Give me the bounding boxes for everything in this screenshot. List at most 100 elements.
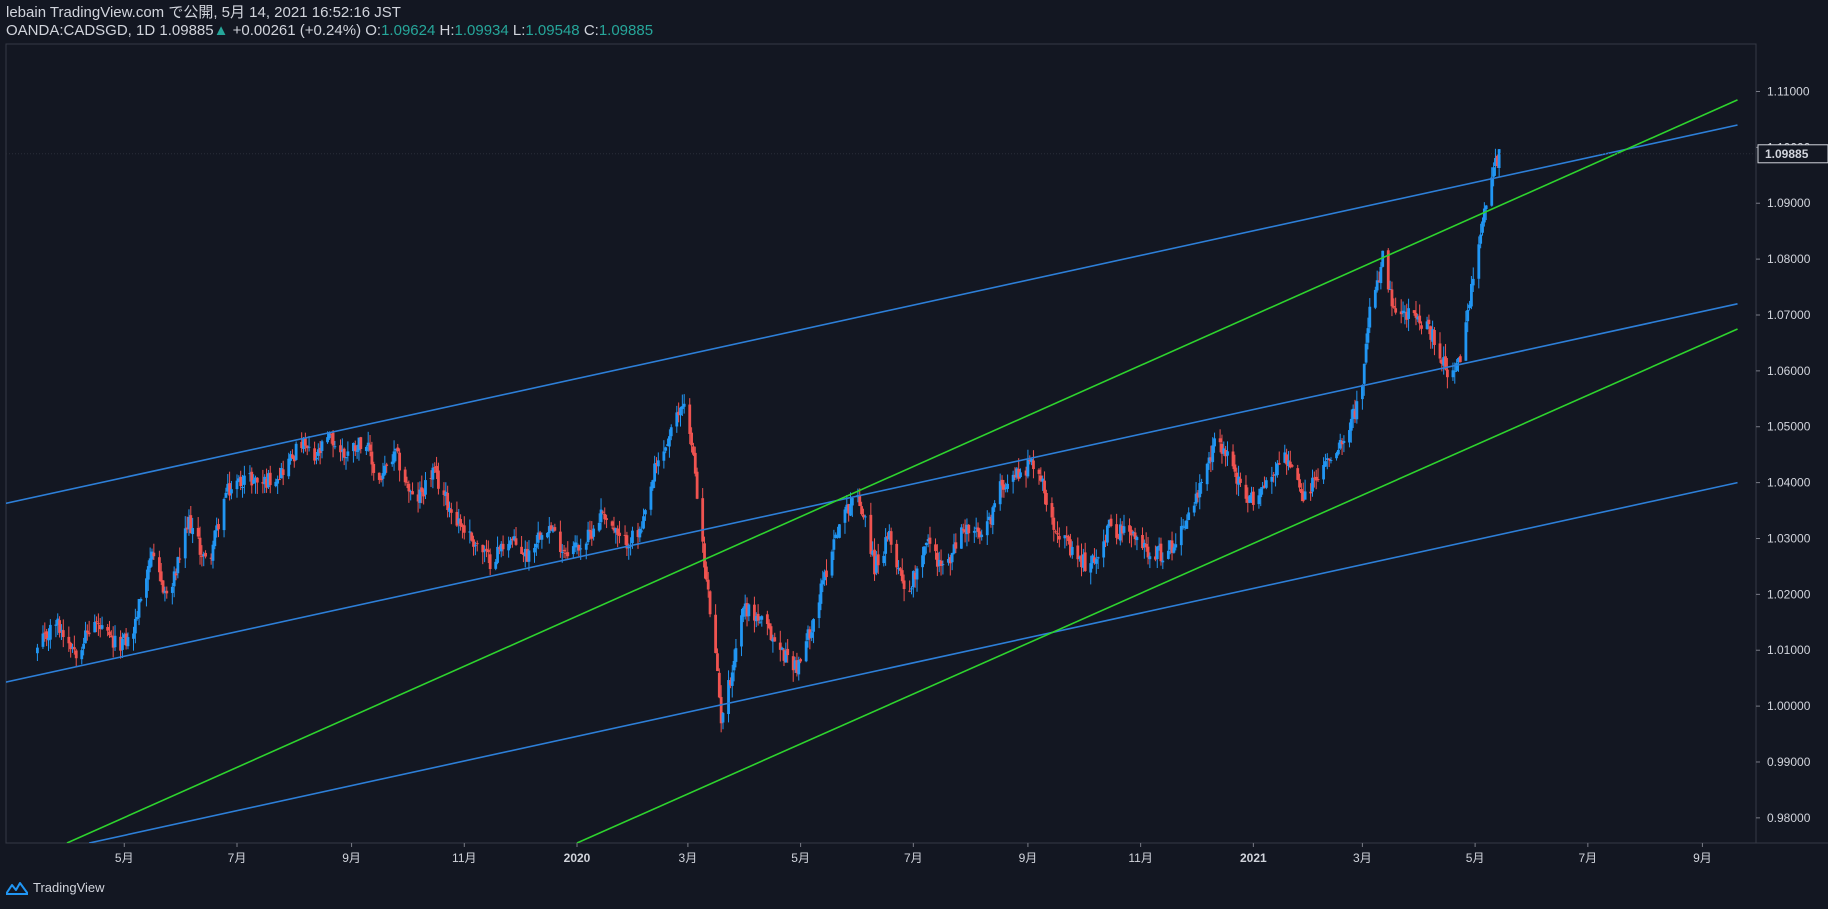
candle-body	[834, 534, 838, 539]
candle-body	[222, 498, 226, 531]
candle-body	[1470, 283, 1473, 307]
candle-body	[1373, 289, 1377, 308]
blue-trendline[interactable]	[0, 124, 1738, 508]
candle-body	[627, 547, 631, 549]
candle-body	[597, 522, 601, 531]
candle-body	[268, 472, 272, 486]
candle-body	[93, 621, 97, 633]
candle-body	[74, 650, 78, 659]
candle-body	[668, 436, 671, 447]
candle-body	[797, 659, 801, 675]
candle-body	[584, 543, 588, 550]
candle-body	[1161, 560, 1165, 563]
x-tick-label: 3月	[1353, 851, 1372, 865]
candle-body	[1482, 208, 1486, 223]
candle-body	[1155, 546, 1159, 560]
blue-trendline[interactable]	[88, 481, 1738, 843]
candle-body	[230, 489, 233, 494]
candle-body	[863, 516, 867, 518]
candle-body	[1479, 234, 1483, 244]
current-price-label: 1.09885	[1765, 147, 1809, 161]
candle-body	[1146, 546, 1150, 558]
candle-body	[315, 457, 318, 460]
green-trendline[interactable]	[576, 328, 1738, 843]
brand-name: TradingView	[33, 880, 105, 895]
candle-body	[682, 403, 686, 407]
tradingview-logo-icon	[6, 881, 28, 895]
candle-body	[58, 620, 61, 633]
candle-body	[653, 463, 657, 482]
candle-body	[889, 531, 893, 545]
y-tick-label: 1.06000	[1767, 364, 1811, 378]
candle-body	[1218, 438, 1222, 443]
candle-body	[488, 554, 492, 570]
candle-body	[642, 516, 645, 529]
candle-body	[812, 619, 815, 632]
candle-body	[1275, 463, 1279, 476]
candle-body	[424, 480, 427, 495]
candle-body	[985, 521, 989, 536]
candle-body	[662, 451, 666, 461]
green-trendline[interactable]	[66, 99, 1738, 843]
candle-body	[1226, 451, 1229, 456]
y-tick-label: 1.07000	[1767, 308, 1811, 322]
x-tick-label: 5月	[1466, 851, 1485, 865]
blue-trendline[interactable]	[0, 303, 1738, 687]
candle-body	[573, 542, 577, 548]
price-chart[interactable]: 1.110001.100001.090001.080001.070001.060…	[0, 0, 1828, 909]
candle-body	[370, 451, 374, 465]
candle-body	[1105, 525, 1109, 543]
candle-body	[1464, 322, 1468, 361]
candle-body	[359, 437, 363, 450]
candle-body	[1251, 491, 1255, 505]
candle-body	[1264, 480, 1268, 488]
candle-body	[405, 481, 409, 483]
candle-body	[730, 672, 734, 686]
candle-body	[239, 476, 243, 487]
candle-body	[281, 469, 285, 476]
candle-body	[113, 635, 117, 648]
candle-body	[876, 554, 880, 566]
candle-body	[1309, 491, 1313, 494]
candle-body	[1322, 465, 1325, 480]
candle-body	[939, 560, 943, 567]
candle-body	[1122, 526, 1126, 533]
candle-body	[690, 432, 693, 446]
candle-body	[67, 636, 71, 644]
candle-body	[392, 451, 396, 463]
candle-body	[533, 547, 536, 553]
candle-body	[211, 544, 215, 561]
candle-body	[255, 477, 259, 483]
candle-body	[157, 557, 161, 573]
candle-body	[910, 588, 913, 590]
candle-body	[1050, 503, 1054, 518]
candle-body	[704, 566, 708, 580]
candle-body	[610, 521, 614, 526]
x-tick-label: 11月	[452, 851, 476, 865]
candle-body	[703, 543, 706, 568]
candle-body	[126, 637, 130, 647]
candle-body	[372, 464, 376, 473]
candle-body	[1311, 477, 1314, 492]
candle-body	[507, 543, 511, 551]
candle-body	[924, 542, 928, 546]
candle-body	[407, 483, 411, 492]
candle-body	[431, 467, 435, 480]
candle-body	[669, 427, 673, 437]
candle-body	[631, 530, 634, 544]
candle-body	[165, 590, 169, 594]
candle-body	[468, 531, 472, 533]
x-tick-label: 5月	[791, 851, 810, 865]
candle-body	[1342, 440, 1346, 443]
candle-body	[411, 491, 414, 495]
candle-body	[473, 545, 477, 547]
candle-body	[80, 650, 84, 660]
y-tick-label: 1.03000	[1767, 531, 1811, 545]
candle-body	[540, 535, 544, 540]
candle-body	[993, 503, 997, 508]
candle-body	[649, 486, 653, 510]
candle-body	[586, 529, 590, 543]
candle-body	[1427, 319, 1431, 325]
candle-body	[320, 441, 324, 451]
candle-body	[732, 660, 736, 671]
